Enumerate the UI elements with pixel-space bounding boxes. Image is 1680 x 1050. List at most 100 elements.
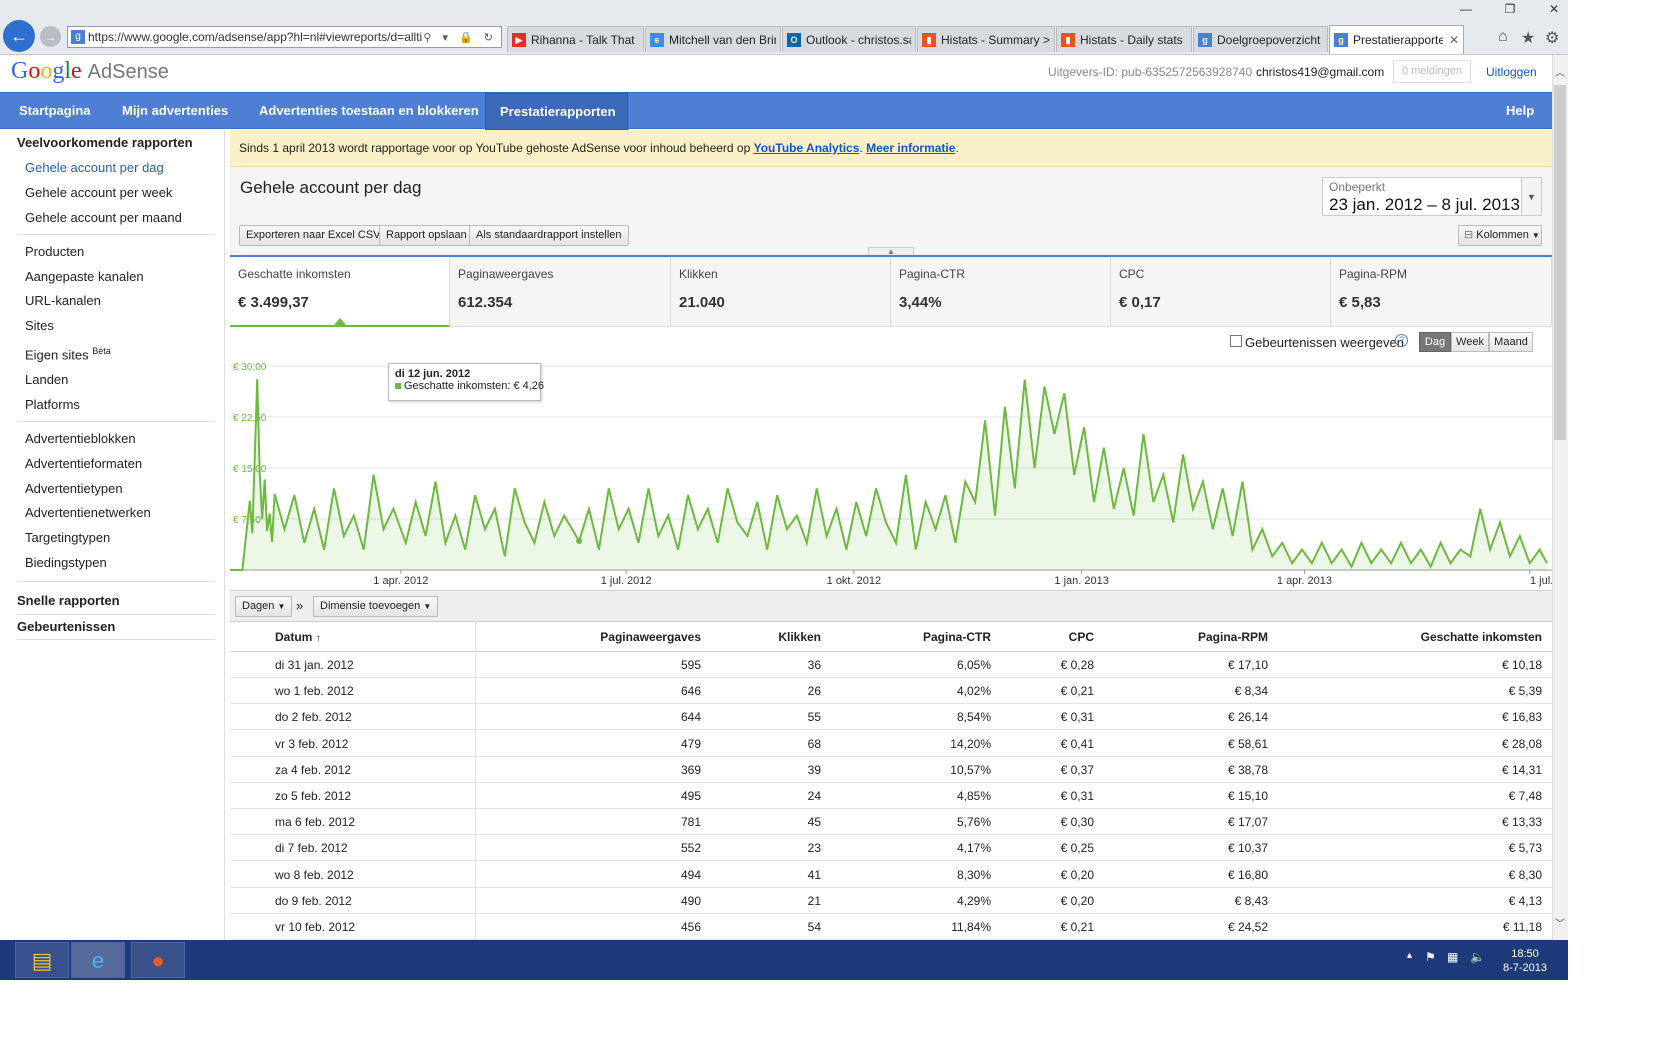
metric-paginaweergaves[interactable]: Paginaweergaves 612.354 bbox=[450, 257, 671, 327]
dimension-label: Dagen bbox=[242, 600, 275, 612]
more-info-link[interactable]: Meer informatie bbox=[866, 141, 955, 155]
tray-expand-icon[interactable]: ▲ bbox=[1405, 950, 1414, 960]
sidebar-item-landen[interactable]: Landen bbox=[25, 372, 68, 387]
volume-icon[interactable]: 🔈 bbox=[1470, 950, 1485, 964]
nav-startpagina[interactable]: Startpagina bbox=[5, 93, 105, 130]
back-arrow-icon[interactable]: ← bbox=[3, 20, 35, 52]
sidebar-item-per-maand[interactable]: Gehele account per maand bbox=[25, 210, 182, 225]
internet-explorer-icon[interactable]: e bbox=[71, 942, 125, 978]
browser-tab[interactable]: ▶ Rihanna - Talk That ... bbox=[507, 26, 644, 52]
save-report-button[interactable]: Rapport opslaan bbox=[379, 225, 474, 246]
cell-cpc: € 0,31 bbox=[1060, 789, 1094, 803]
metric-cpc[interactable]: CPC € 0,17 bbox=[1111, 257, 1331, 327]
scroll-up-icon[interactable]: ︿ bbox=[1552, 64, 1568, 79]
minimize-icon[interactable]: — bbox=[1454, 2, 1478, 16]
sidebar-item-per-dag[interactable]: Gehele account per dag bbox=[25, 160, 164, 175]
cell-inkomsten: € 8,30 bbox=[1508, 867, 1542, 882]
sidebar-item-url-kanalen[interactable]: URL-kanalen bbox=[25, 293, 101, 308]
favorites-star-icon[interactable]: ★ bbox=[1521, 28, 1535, 48]
forward-arrow-icon[interactable]: → bbox=[40, 26, 61, 47]
period-week-button[interactable]: Week bbox=[1451, 332, 1489, 352]
add-dimension-dropdown[interactable]: Dimensie toevoegen ▼ bbox=[313, 596, 439, 617]
nav-prestatierapporten[interactable]: Prestatierapporten bbox=[485, 93, 628, 130]
nav-help[interactable]: Help bbox=[1492, 93, 1548, 130]
x-tick-label: 1 jan. 2013 bbox=[1054, 575, 1108, 587]
date-range-dropdown-icon[interactable]: ▼ bbox=[1522, 177, 1542, 216]
show-events-checkbox[interactable] bbox=[1230, 335, 1242, 347]
scrollbar-thumb[interactable] bbox=[1554, 85, 1566, 440]
network-icon[interactable]: ▦ bbox=[1447, 950, 1458, 964]
sidebar-item-sites[interactable]: Sites bbox=[25, 318, 54, 333]
col-header-datum[interactable]: Datum ↑ bbox=[275, 622, 321, 652]
col-header-geschatte-inkomsten[interactable]: Geschatte inkomsten bbox=[1310, 622, 1542, 652]
nav-mijn-advertenties[interactable]: Mijn advertenties bbox=[108, 93, 242, 130]
hover-point[interactable] bbox=[576, 538, 583, 545]
browser-tab[interactable]: ▮ Histats - Daily stats ... bbox=[1056, 26, 1192, 52]
home-icon[interactable]: ⌂ bbox=[1498, 28, 1508, 46]
show-events-label[interactable]: Gebeurtenissen weergeven bbox=[1245, 335, 1404, 350]
metric-klikken[interactable]: Klikken 21.040 bbox=[671, 257, 891, 327]
browser-tab[interactable]: g Doelgroepoverzicht ... bbox=[1193, 26, 1328, 52]
sidebar-item-per-week[interactable]: Gehele account per week bbox=[25, 185, 172, 200]
sidebar-heading-quick-reports[interactable]: Snelle rapporten bbox=[17, 593, 120, 608]
period-maand-button[interactable]: Maand bbox=[1489, 332, 1533, 352]
col-header-klikken[interactable]: Klikken bbox=[730, 622, 821, 652]
sidebar-item-platforms[interactable]: Platforms bbox=[25, 397, 80, 412]
metric-inkomsten[interactable]: Geschatte inkomsten € 3.499,37 bbox=[230, 257, 450, 327]
settings-gear-icon[interactable]: ⚙ bbox=[1545, 28, 1559, 48]
nav-advertenties-toestaan[interactable]: Advertenties toestaan en blokkeren bbox=[245, 93, 493, 130]
sidebar-item-advertentieblokken[interactable]: Advertentieblokken bbox=[25, 431, 136, 446]
x-tick-label: 1 jul. 2012 bbox=[601, 575, 652, 587]
sidebar-item-advertentienetwerken[interactable]: Advertentienetwerken bbox=[25, 505, 151, 520]
scroll-down-icon[interactable]: ﹀ bbox=[1552, 915, 1568, 930]
cell-pagina-rpm: € 26,14 bbox=[1227, 710, 1268, 725]
sidebar-heading-common-reports[interactable]: Veelvoorkomende rapporten bbox=[17, 135, 193, 150]
google-icon: g bbox=[1334, 33, 1348, 47]
flag-icon[interactable]: ⚑ bbox=[1425, 950, 1436, 964]
sidebar-item-aangepaste-kanalen[interactable]: Aangepaste kanalen bbox=[25, 269, 144, 284]
cell-klikken: 45 bbox=[807, 815, 821, 830]
system-clock[interactable]: 18:50 8-7-2013 bbox=[1500, 947, 1550, 975]
export-csv-button[interactable]: Exporteren naar Excel CSV bbox=[239, 225, 388, 246]
col-header-paginaweergaves[interactable]: Paginaweergaves bbox=[590, 622, 701, 652]
logout-link[interactable]: Uitloggen bbox=[1486, 65, 1537, 79]
sidebar-item-advertentietypen[interactable]: Advertentietypen bbox=[25, 481, 123, 496]
cell-inkomsten: € 11,18 bbox=[1502, 920, 1542, 934]
help-icon[interactable]: ? bbox=[1395, 334, 1408, 347]
tab-close-icon[interactable]: ✕ bbox=[1449, 33, 1459, 47]
sidebar-item-biedingstypen[interactable]: Biedingstypen bbox=[25, 555, 107, 570]
sidebar-item-advertentieformaten[interactable]: Advertentieformaten bbox=[25, 456, 142, 471]
metric-pagina-ctr[interactable]: Pagina-CTR 3,44% bbox=[891, 257, 1111, 327]
adsense-logo[interactable]: Google AdSense bbox=[11, 58, 169, 85]
set-default-report-button[interactable]: Als standaardrapport instellen bbox=[469, 225, 629, 246]
browser-tab[interactable]: ▮ Histats - Summary > ... bbox=[917, 26, 1055, 52]
address-bar-icons[interactable]: ⚲ ▾ 🔒 ↻ bbox=[423, 31, 501, 44]
browser-tab[interactable]: O Outlook - christos.sa... bbox=[782, 26, 916, 52]
notifications-button[interactable]: 0 meldingen bbox=[1393, 60, 1471, 83]
histats-icon: ▮ bbox=[1061, 32, 1075, 47]
youtube-analytics-link[interactable]: YouTube Analytics bbox=[754, 141, 860, 155]
date-range-picker[interactable]: Onbeperkt 23 jan. 2012 – 8 jul. 2013 bbox=[1322, 177, 1522, 216]
table-row: vr 3 feb. 2012 479 68 14,20% € 0,41 € 58,61 € … bbox=[230, 731, 1552, 757]
columns-button[interactable]: ⊟ Kolommen ▼ bbox=[1458, 225, 1542, 246]
address-bar[interactable]: g https://www.google.com/adsense/app?hl=… bbox=[67, 26, 502, 48]
restore-icon[interactable]: ❐ bbox=[1498, 2, 1522, 16]
cell-klikken: 23 bbox=[807, 841, 821, 856]
sidebar-heading-events[interactable]: Gebeurtenissen bbox=[17, 619, 115, 634]
file-explorer-icon[interactable]: ▤ bbox=[15, 942, 69, 978]
col-header-pagina-rpm[interactable]: Pagina-RPM bbox=[1130, 622, 1268, 652]
address-url[interactable]: https://www.google.com/adsense/app?hl=nl… bbox=[88, 30, 423, 44]
browser-tab[interactable]: e Mitchell van den Brink bbox=[645, 26, 781, 52]
sidebar-item-eigen-sites[interactable]: Eigen sites Bèta bbox=[25, 346, 111, 362]
browser-tab[interactable]: g Prestatierapporte... ✕ bbox=[1329, 25, 1464, 54]
metric-pagina-rpm[interactable]: Pagina-RPM € 5,83 bbox=[1331, 257, 1552, 327]
media-player-icon[interactable]: ● bbox=[131, 942, 185, 978]
sidebar-item-targetingtypen[interactable]: Targetingtypen bbox=[25, 530, 110, 545]
col-header-cpc[interactable]: CPC bbox=[1010, 622, 1094, 652]
col-header-pagina-ctr[interactable]: Pagina-CTR bbox=[850, 622, 991, 652]
sidebar-item-producten[interactable]: Producten bbox=[25, 244, 84, 259]
close-window-icon[interactable]: ✕ bbox=[1542, 2, 1566, 16]
cell-paginaweergaves: 490 bbox=[680, 893, 701, 908]
dimension-dropdown[interactable]: Dagen ▼ bbox=[235, 596, 293, 617]
period-dag-button[interactable]: Dag bbox=[1419, 332, 1451, 352]
